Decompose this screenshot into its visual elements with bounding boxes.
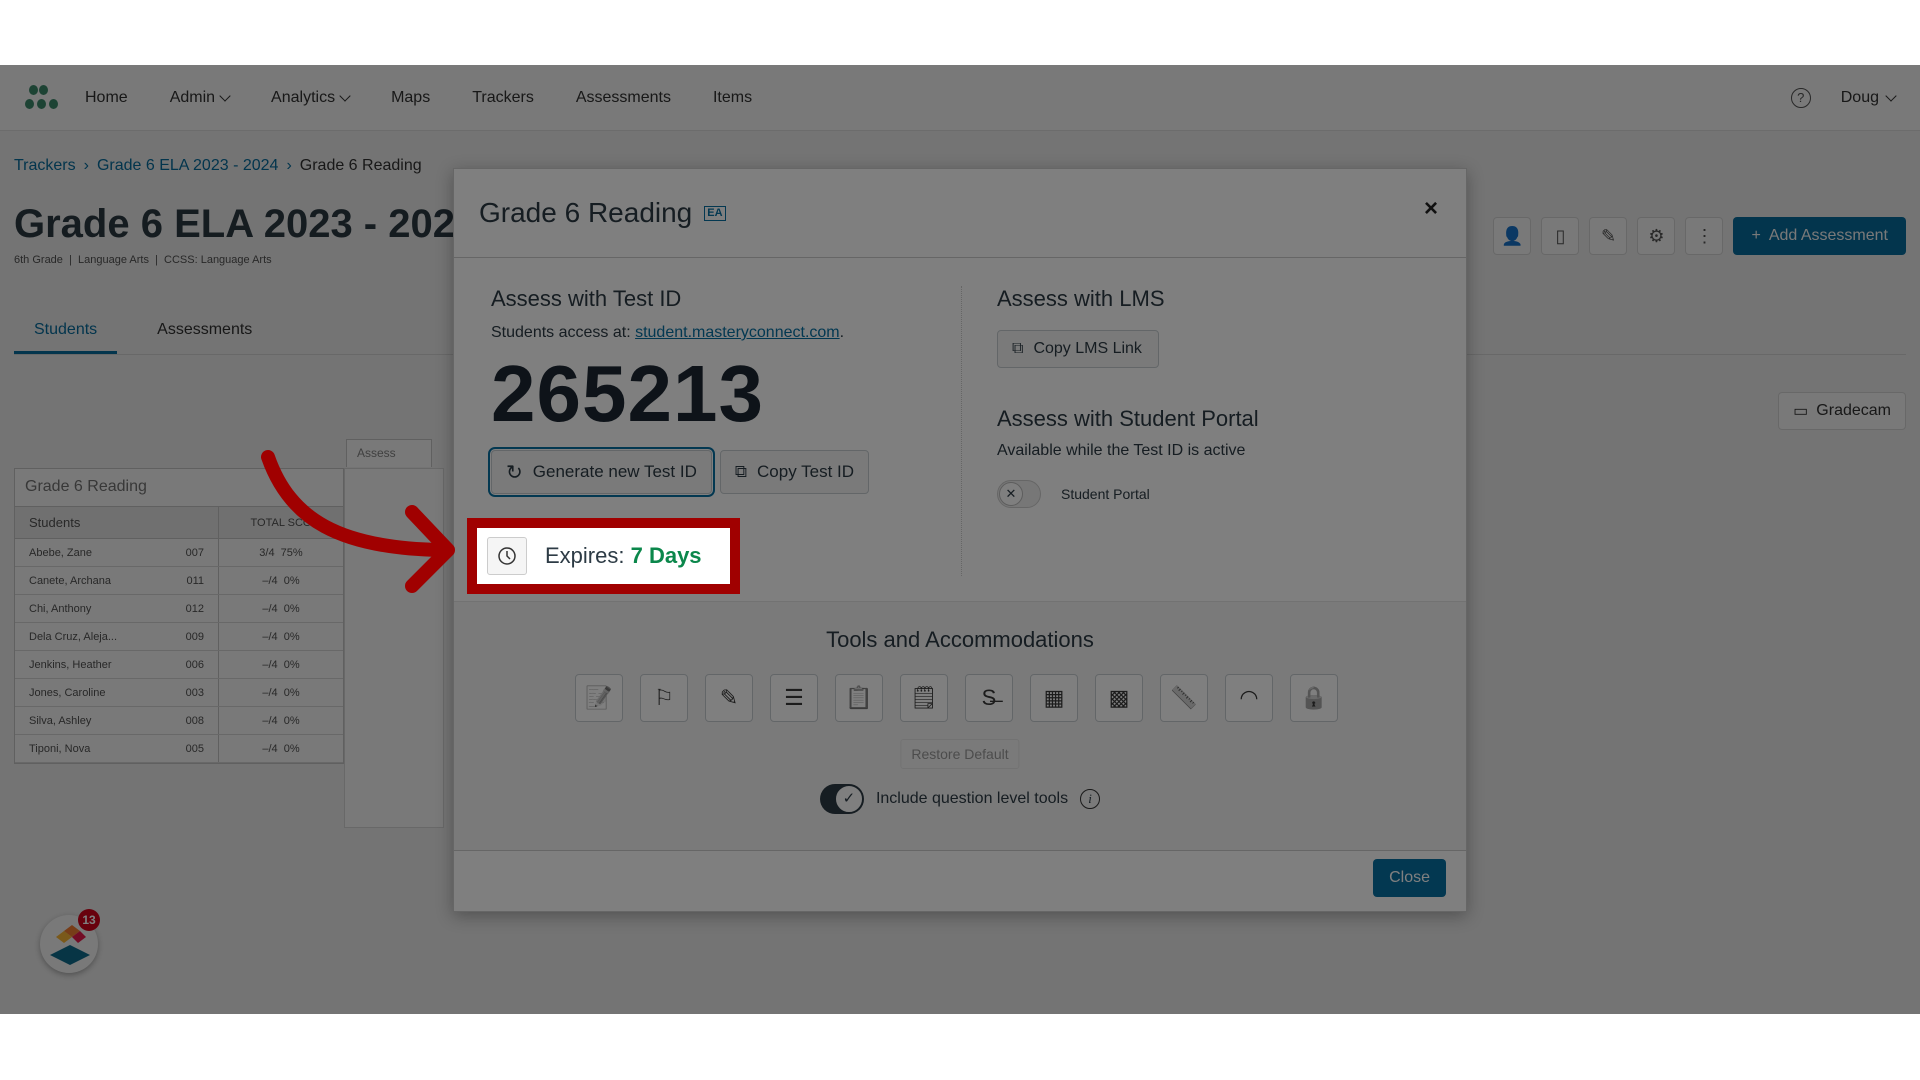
expires-value: 7 Days <box>630 543 702 568</box>
clock-icon <box>487 537 527 575</box>
expires-highlight: Expires: 7 Days <box>467 518 740 594</box>
spotlight-overlay <box>0 65 1920 1014</box>
expires-label: Expires: <box>545 543 631 568</box>
expires-text: Expires: 7 Days <box>545 543 702 569</box>
